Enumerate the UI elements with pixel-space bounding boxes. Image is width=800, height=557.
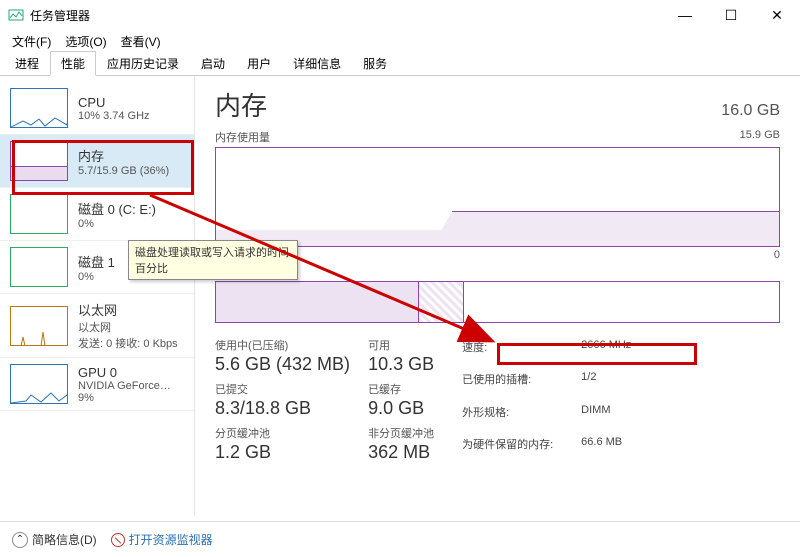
sidebar-item-memory[interactable]: 内存 5.7/15.9 GB (36%) [0, 135, 194, 188]
window-title: 任务管理器 [30, 7, 662, 24]
app-icon [8, 7, 24, 23]
disk1-value: 0% [78, 271, 115, 283]
cached-value: 9.0 GB [368, 398, 434, 419]
resource-monitor-icon [111, 533, 125, 547]
info-table: 速度: 2666 MHz 已使用的插槽: 1/2 外形规格: DIMM 为硬件保… [462, 339, 631, 463]
tabbar: 进程 性能 应用历史记录 启动 用户 详细信息 服务 [0, 52, 800, 76]
titlebar: 任务管理器 — ☐ ✕ [0, 0, 800, 30]
usage-max: 15.9 GB [740, 129, 780, 145]
disk0-label: 磁盘 0 (C: E:) [78, 199, 156, 218]
menubar: 文件(F) 选项(O) 查看(V) [0, 30, 800, 52]
resmon-label: 打开资源监视器 [129, 531, 213, 548]
cpu-value: 10% 3.74 GHz [78, 110, 150, 122]
content: CPU 10% 3.74 GHz 内存 5.7/15.9 GB (36%) 磁盘… [0, 76, 800, 516]
hwreserve-label: 为硬件保留的内存: [462, 436, 553, 463]
ethernet-value: 以太网 [78, 319, 178, 335]
sidebar-item-ethernet[interactable]: 以太网 以太网 发送: 0 接收: 0 Kbps [0, 294, 194, 358]
sidebar-item-gpu[interactable]: GPU 0 NVIDIA GeForce… 9% [0, 358, 194, 411]
chevron-up-icon: ⌃ [12, 532, 28, 548]
disk0-value: 0% [78, 218, 156, 230]
nonpaged-value: 362 MB [368, 442, 434, 463]
slots-label: 已使用的插槽: [462, 371, 553, 398]
minimize-button[interactable]: — [662, 0, 708, 30]
memory-value: 5.7/15.9 GB (36%) [78, 165, 169, 177]
composition-modified [419, 282, 464, 322]
tab-processes[interactable]: 进程 [4, 51, 50, 75]
avail-label: 可用 [368, 337, 434, 353]
disk0-mini-graph [10, 194, 68, 234]
sidebar: CPU 10% 3.74 GHz 内存 5.7/15.9 GB (36%) 磁盘… [0, 76, 195, 516]
menu-options[interactable]: 选项(O) [59, 33, 112, 50]
sidebar-item-disk0[interactable]: 磁盘 0 (C: E:) 0% [0, 188, 194, 241]
nonpaged-label: 非分页缓冲池 [368, 425, 434, 441]
paged-label: 分页缓冲池 [215, 425, 350, 441]
memory-label: 内存 [78, 146, 169, 165]
menu-file[interactable]: 文件(F) [6, 33, 57, 50]
footer: ⌃ 简略信息(D) 打开资源监视器 [0, 521, 800, 557]
gpu-label: GPU 0 [78, 365, 171, 380]
chart-axis-zero: 0 [215, 249, 780, 261]
memory-mini-graph [10, 141, 68, 181]
tooltip: 磁盘处理读取或写入请求的时间百分比 [128, 240, 298, 280]
brief-label: 简略信息(D) [32, 531, 97, 548]
gpu-value: NVIDIA GeForce… [78, 380, 171, 392]
tab-history[interactable]: 应用历史记录 [96, 51, 190, 75]
maximize-button[interactable]: ☐ [708, 0, 754, 30]
cpu-label: CPU [78, 95, 150, 110]
stats-row: 使用中(已压缩) 5.6 GB (432 MB) 已提交 8.3/18.8 GB… [215, 337, 780, 463]
gpu-extra: 9% [78, 392, 171, 404]
commit-label: 已提交 [215, 381, 350, 397]
tab-details[interactable]: 详细信息 [282, 51, 352, 75]
main-panel: 内存 16.0 GB 内存使用量 15.9 GB 0 使用中(已压缩) 5.6 … [195, 76, 800, 516]
open-resource-monitor-link[interactable]: 打开资源监视器 [111, 531, 213, 548]
brief-info-toggle[interactable]: ⌃ 简略信息(D) [12, 531, 97, 548]
gpu-mini-graph [10, 364, 68, 404]
window-controls: — ☐ ✕ [662, 0, 800, 30]
menu-view[interactable]: 查看(V) [115, 33, 167, 50]
cpu-mini-graph [10, 88, 68, 128]
composition-used [216, 282, 419, 322]
tab-startup[interactable]: 启动 [190, 51, 236, 75]
tab-users[interactable]: 用户 [236, 51, 282, 75]
ethernet-extra: 发送: 0 接收: 0 Kbps [78, 335, 178, 351]
cached-label: 已缓存 [368, 381, 434, 397]
close-button[interactable]: ✕ [754, 0, 800, 30]
disk1-mini-graph [10, 247, 68, 287]
ethernet-mini-graph [10, 306, 68, 346]
paged-value: 1.2 GB [215, 442, 350, 463]
hwreserve-value: 66.6 MB [581, 436, 631, 463]
form-value: DIMM [581, 404, 631, 431]
avail-value: 10.3 GB [368, 354, 434, 375]
speed-value: 2666 MHz [581, 339, 631, 366]
form-label: 外形规格: [462, 404, 553, 431]
slots-value: 1/2 [581, 371, 631, 398]
memory-composition-chart [215, 281, 780, 323]
commit-value: 8.3/18.8 GB [215, 398, 350, 419]
speed-label: 速度: [462, 339, 553, 366]
ethernet-label: 以太网 [78, 300, 178, 319]
page-title: 内存 [215, 86, 267, 123]
usage-label: 内存使用量 [215, 129, 270, 145]
used-label: 使用中(已压缩) [215, 337, 350, 353]
tab-services[interactable]: 服务 [352, 51, 398, 75]
memory-total: 16.0 GB [721, 102, 780, 120]
used-value: 5.6 GB (432 MB) [215, 354, 350, 375]
memory-usage-chart [215, 147, 780, 247]
disk1-label: 磁盘 1 [78, 252, 115, 271]
sidebar-item-cpu[interactable]: CPU 10% 3.74 GHz [0, 82, 194, 135]
tab-performance[interactable]: 性能 [50, 51, 96, 76]
chart-fill [216, 211, 779, 246]
